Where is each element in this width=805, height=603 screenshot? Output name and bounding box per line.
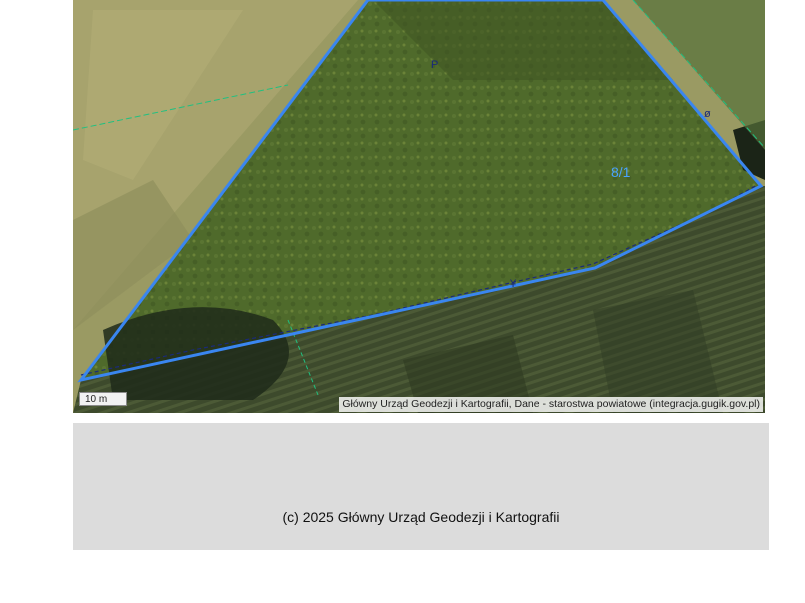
orthophoto-map[interactable]: P ø ¥ 8/1 10 m Główny Urząd Geodezji i K… (73, 0, 765, 413)
copyright-text: (c) 2025 Główny Urząd Geodezji i Kartogr… (282, 509, 560, 525)
scale-bar: 10 m (79, 392, 127, 406)
parcel-number-label[interactable]: 8/1 (611, 164, 630, 180)
point-marker: P (431, 59, 438, 71)
map-imagery: P ø ¥ (73, 0, 765, 413)
point-marker: ø (704, 108, 711, 120)
point-marker: ¥ (509, 278, 517, 290)
map-attribution: Główny Urząd Geodezji i Kartografii, Dan… (339, 397, 763, 412)
footer-panel: (c) 2025 Główny Urząd Geodezji i Kartogr… (73, 423, 769, 550)
